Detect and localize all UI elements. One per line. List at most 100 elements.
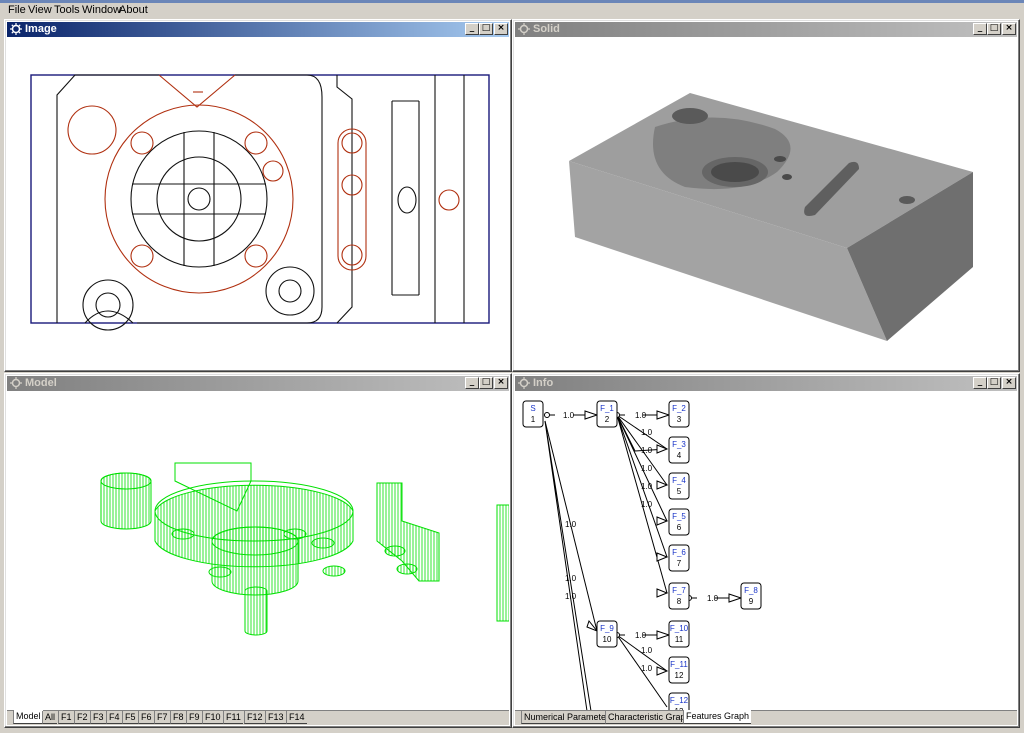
- drawing-frame: [30, 74, 490, 324]
- tab-f7[interactable]: F7: [154, 711, 170, 724]
- solid-viewport[interactable]: [515, 37, 1017, 369]
- graph-node-f_7[interactable]: F_78: [668, 582, 690, 610]
- image-window: Image _ □ ×: [4, 19, 512, 372]
- graph-node-id: 6: [677, 523, 682, 532]
- tab-features-graph[interactable]: Features Graph: [683, 710, 752, 724]
- graph-node-id: 7: [677, 559, 682, 568]
- drawing-black-lines: [56, 74, 465, 331]
- graph-node-label: F_2: [672, 404, 686, 413]
- tab-f10[interactable]: F10: [202, 711, 223, 724]
- graph-node-f_10[interactable]: F_10 11: [668, 620, 690, 648]
- wire-post: [244, 586, 268, 636]
- graph-node-f_8[interactable]: F_89: [740, 582, 762, 610]
- edge-weight-label: 1.0: [641, 428, 653, 437]
- graph-node-f_3[interactable]: F_34: [668, 436, 690, 464]
- maximize-button[interactable]: □: [479, 377, 493, 389]
- edge-weight-label: 1.0: [641, 482, 653, 491]
- graph-node-label: F_11: [670, 660, 688, 669]
- tab-f12[interactable]: F12: [244, 711, 265, 724]
- edge-weight-label: 1.0: [635, 411, 647, 420]
- gear-icon: [10, 23, 22, 35]
- close-button[interactable]: ×: [494, 23, 508, 35]
- tab-f14[interactable]: F14: [286, 711, 307, 724]
- solid-window: Solid _ □ ×: [512, 19, 1020, 372]
- tab-numerical-parameters[interactable]: Numerical Parameters: [521, 711, 616, 724]
- menu-about[interactable]: About: [118, 4, 149, 17]
- info-window: Info _ □ × 1.0 1.0 1.0 1.0 1.0 1.0 1.0 1…: [512, 373, 1020, 728]
- small-hole: [899, 196, 915, 204]
- edge-weight-label: 1.0: [565, 592, 577, 601]
- image-title: Image: [25, 23, 57, 35]
- graph-node-s[interactable]: S1: [522, 400, 544, 428]
- tab-f11[interactable]: F11: [223, 711, 243, 724]
- tab-model[interactable]: Model: [13, 710, 43, 724]
- tab-characteristic-graph[interactable]: Characteristic Graph: [605, 711, 693, 724]
- maximize-button[interactable]: □: [479, 23, 493, 35]
- tab-f4[interactable]: F4: [106, 711, 122, 724]
- model-title: Model: [25, 377, 57, 389]
- maximize-button[interactable]: □: [987, 377, 1001, 389]
- tab-f3[interactable]: F3: [90, 711, 106, 724]
- info-titlebar[interactable]: Info _ □ ×: [515, 376, 1017, 391]
- solid-render: [569, 93, 973, 341]
- graph-node-f_12[interactable]: F_1213: [668, 692, 690, 710]
- graph-node-id: 8: [677, 597, 682, 606]
- wire-cylinder-right: [496, 504, 509, 622]
- edge-weight-label: 1.0: [641, 446, 653, 455]
- menu-window[interactable]: Window: [81, 4, 122, 17]
- graph-node-f_5[interactable]: F_56: [668, 508, 690, 536]
- gear-icon: [518, 23, 530, 35]
- engineering-drawing: [30, 74, 490, 331]
- info-graph-panel[interactable]: 1.0 1.0 1.0 1.0 1.0 1.0 1.0 1.0 1.0 1.0 1.0 1.0 1.0 1…: [515, 391, 1017, 710]
- model-window: Model _ □ × Model All F1 F2 F3 F4 F5 F6 …: [4, 373, 512, 728]
- graph-node-label: F_9: [600, 624, 614, 633]
- graph-node-id: 4: [677, 451, 682, 460]
- graph-node-f_4[interactable]: F_45: [668, 472, 690, 500]
- wireframe-model: [100, 462, 509, 636]
- image-titlebar[interactable]: Image _ □ ×: [7, 22, 509, 37]
- tab-f5[interactable]: F5: [122, 711, 138, 724]
- minimize-button[interactable]: _: [973, 23, 987, 35]
- tab-f6[interactable]: F6: [138, 711, 154, 724]
- graph-node-id: 3: [677, 415, 682, 424]
- image-canvas[interactable]: [7, 37, 509, 369]
- tab-f13[interactable]: F13: [265, 711, 286, 724]
- model-titlebar[interactable]: Model _ □ ×: [7, 376, 509, 391]
- edge-weight-label: 1.0: [641, 646, 653, 655]
- edge-weight-label: 1.0: [641, 664, 653, 673]
- tab-f8[interactable]: F8: [170, 711, 186, 724]
- graph-node-f_6[interactable]: F_67: [668, 544, 690, 572]
- close-button[interactable]: ×: [1002, 23, 1016, 35]
- graph-node-f_1[interactable]: F_12: [596, 400, 618, 428]
- edge-port: [544, 412, 550, 418]
- tab-f9[interactable]: F9: [186, 711, 202, 724]
- maximize-button[interactable]: □: [987, 23, 1001, 35]
- hole-top-left: [672, 108, 708, 124]
- close-button[interactable]: ×: [1002, 377, 1016, 389]
- minimize-button[interactable]: _: [973, 377, 987, 389]
- menu-tools[interactable]: Tools: [53, 4, 81, 17]
- menu-bar: File View Tools Window About: [0, 3, 1024, 18]
- gear-icon: [10, 377, 22, 389]
- solid-titlebar[interactable]: Solid _ □ ×: [515, 22, 1017, 37]
- graph-node-label: F_6: [672, 548, 686, 557]
- tab-f2[interactable]: F2: [74, 711, 90, 724]
- menu-file[interactable]: File: [7, 4, 27, 17]
- tab-f1[interactable]: F1: [58, 711, 74, 724]
- graph-node-f_11[interactable]: F_11 12: [668, 656, 690, 684]
- minimize-button[interactable]: _: [465, 23, 479, 35]
- graph-node-id: 9: [749, 597, 754, 606]
- model-viewport[interactable]: [7, 391, 509, 710]
- graph-node-f_2[interactable]: F_23: [668, 400, 690, 428]
- close-button[interactable]: ×: [494, 377, 508, 389]
- info-tab-bar: Numerical Parameters Characteristic Grap…: [515, 710, 1017, 725]
- graph-node-label: F_10: [670, 624, 689, 633]
- minimize-button[interactable]: _: [465, 377, 479, 389]
- graph-node-id: 11: [675, 635, 684, 644]
- menu-view[interactable]: View: [27, 4, 53, 17]
- graph-node-f_9[interactable]: F_910: [596, 620, 618, 648]
- tab-all[interactable]: All: [42, 711, 58, 724]
- graph-node-label: F_12: [670, 696, 689, 705]
- edge-weight-label: 1.0: [565, 520, 577, 529]
- gear-icon: [518, 377, 530, 389]
